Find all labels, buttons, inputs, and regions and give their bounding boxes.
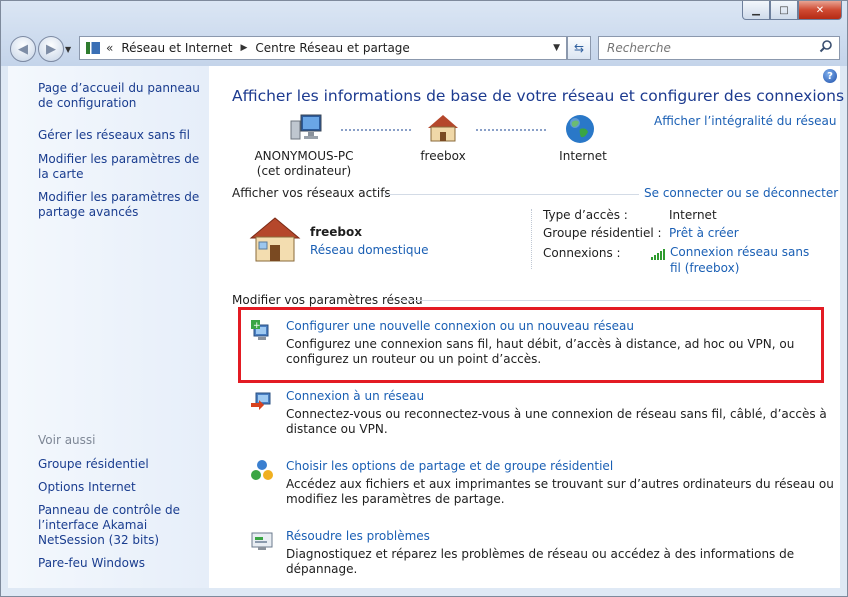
address-dropdown-icon[interactable]: ▼ [553,43,560,53]
divider [399,300,811,301]
see-also-akamai[interactable]: Panneau de contrôle de l’interface Akama… [38,503,203,548]
divider [384,194,639,195]
recent-pages-chevron-icon[interactable]: ▼ [65,45,71,54]
window: ▁ □ ✕ ◀ ▶ ▼ « Réseau et Internet ▶ Centr… [0,0,848,597]
task-connect-network: Connexion à un réseau Connectez-vous ou … [251,389,846,437]
access-type-label: Type d’accès : [543,208,628,222]
node-computer: ANONYMOUS-PC (cet ordinateur) [239,149,369,179]
see-also-firewall[interactable]: Pare-feu Windows [38,556,203,571]
node-freebox: freebox [403,149,483,164]
home-network-icon [249,217,301,262]
breadcrumb-reseau-internet[interactable]: Réseau et Internet [121,41,232,55]
connections-label: Connexions : [543,246,621,260]
caption-buttons: ▁ □ ✕ [742,1,842,20]
back-arrow-icon: ◀ [18,41,28,57]
globe-icon [566,115,594,143]
node-computer-label: ANONYMOUS-PC [254,149,354,163]
link-line [341,129,411,131]
title-bar: ▁ □ ✕ ◀ ▶ ▼ « Réseau et Internet ▶ Centr… [1,1,847,66]
close-button[interactable]: ✕ [798,1,842,20]
control-panel-icon [86,42,100,54]
highlight-annotation [238,307,824,383]
access-type-value: Internet [669,208,717,222]
link-line [476,129,546,131]
node-freebox-label: freebox [420,149,466,163]
active-networks-header: Afficher vos réseaux actifs [232,186,391,200]
forward-button[interactable]: ▶ [38,36,64,62]
search-box[interactable] [598,36,840,60]
refresh-button[interactable]: ⇆ [567,36,591,60]
computer-icon [290,114,322,140]
wifi-signal-icon [651,249,665,260]
see-also-internet-options[interactable]: Options Internet [38,480,203,495]
sharing-options-desc: Accédez aux fichiers et aux imprimantes … [286,477,834,506]
refresh-icon: ⇆ [573,41,585,55]
sharing-options-link[interactable]: Choisir les options de partage et de gro… [286,459,613,473]
task-troubleshoot: Résoudre les problèmes Diagnostiquez et … [251,529,846,577]
back-button[interactable]: ◀ [10,36,36,62]
connect-network-desc: Connectez-vous ou reconnectez-vous à une… [286,407,827,436]
page-title: Afficher les informations de base de vot… [232,87,845,105]
breadcrumb-separator-icon[interactable]: ▶ [240,43,247,53]
house-icon [428,115,458,142]
task-sharing-options: Choisir les options de partage et de gro… [251,459,846,507]
search-icon[interactable] [819,39,835,57]
modify-settings-header: Modifier vos paramètres réseau [232,293,423,307]
breadcrumb-centre-reseau[interactable]: Centre Réseau et partage [255,41,409,55]
node-computer-sublabel: (cet ordinateur) [256,164,352,178]
homegroup-link[interactable]: Prêt à créer [669,224,739,242]
address-bar[interactable]: « Réseau et Internet ▶ Centre Réseau et … [79,36,567,60]
help-icon[interactable]: ? [823,69,837,83]
troubleshoot-link[interactable]: Résoudre les problèmes [286,529,430,543]
sidebar-item-adapter-settings[interactable]: Modifier les paramètres de la carte [38,152,203,182]
connect-disconnect-link[interactable]: Se connecter ou se déconnecter [644,186,838,200]
node-internet-label: Internet [559,149,607,163]
network-name: freebox [310,225,362,239]
troubleshoot-desc: Diagnostiquez et réparez les problèmes d… [286,547,795,576]
maximize-button[interactable]: □ [770,1,798,20]
full-map-link[interactable]: Afficher l’intégralité du réseau [654,114,836,128]
troubleshoot-icon [251,532,273,550]
sidebar-item-home[interactable]: Page d’accueil du panneau de configurati… [38,81,203,111]
connection-link[interactable]: Connexion réseau sans fil (freebox) [670,244,820,276]
search-input[interactable] [599,40,819,56]
see-also-header: Voir aussi [38,433,96,447]
sidebar: Page d’accueil du panneau de configurati… [8,66,209,588]
sidebar-item-wireless[interactable]: Gérer les réseaux sans fil [38,128,203,143]
divider [531,209,533,269]
minimize-button[interactable]: ▁ [742,1,770,20]
homegroup-label: Groupe résidentiel : [543,226,662,240]
connect-network-icon [251,392,271,410]
connect-network-link[interactable]: Connexion à un réseau [286,389,424,403]
node-internet: Internet [543,149,623,164]
network-type-link[interactable]: Réseau domestique [310,243,429,257]
sidebar-item-sharing-settings[interactable]: Modifier les paramètres de partage avanc… [38,190,203,220]
homegroup-icon [251,460,273,480]
see-also-homegroup[interactable]: Groupe résidentiel [38,457,203,472]
breadcrumb-overflow-icon[interactable]: « [106,41,113,55]
forward-arrow-icon: ▶ [46,41,56,57]
